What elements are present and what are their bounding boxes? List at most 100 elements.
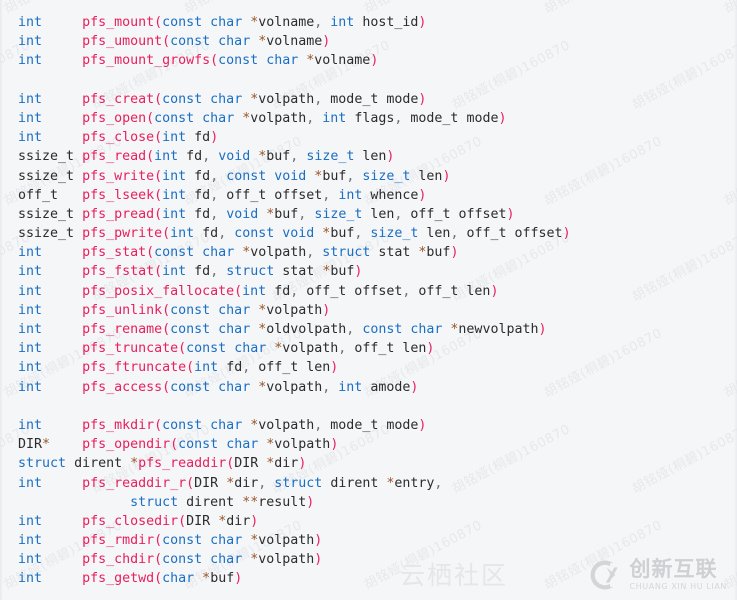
code-token-kw: int [18,302,43,318]
code-token-id: volpath [282,341,339,357]
code-token-id: dir [274,456,299,472]
code-token-kw: int [18,34,43,50]
code-token-id: volpath [274,437,331,453]
code-token-kw: void [226,206,259,222]
code-token-fn: ) [370,53,379,69]
code-token-id: mode_t [330,91,379,107]
code-token-fn: ) [322,34,331,50]
code-token-kw: const [170,379,211,395]
code-token-kw: int [18,475,43,491]
code-token-id: dir [234,475,259,491]
code-token-id: ssize_t [18,206,75,222]
code-token-punc: , [242,360,259,376]
code-token-fn: pfs_posix_fallocate( [82,283,243,299]
code-token-kw: int [162,168,187,184]
code-token-kw: int [338,379,363,395]
code-token-kw: char [210,91,243,107]
code-token-kw: int [18,571,43,587]
code-line: int pfs_creat(const char *volpath, mode_… [0,90,737,109]
code-token-id: volname [266,34,323,50]
code-token-id: len [362,149,387,165]
code-token-fn: ) [410,379,419,395]
code-token-fn: ) [322,302,331,318]
code-line: int pfs_access(const char *volpath, int … [0,378,737,397]
code-token-id: dirent [74,456,123,472]
code-token-id: off_t [258,360,299,376]
code-token-kw: int [18,91,43,107]
code-token-punc: , [322,379,339,395]
code-token-fn: pfs_creat( [82,91,163,107]
code-token-fn: ) [538,322,547,337]
code-token-fn: ) [330,360,339,376]
code-token-id: volpath [250,245,307,261]
code-token-punc: , [402,283,419,299]
code-token-id: buf [330,226,355,242]
code-token-fn: pfs_access( [82,379,171,395]
code-token-fn: ) [506,206,515,222]
code-token-fn: pfs_lseek( [82,187,163,203]
code-token-kw: const [162,15,203,30]
code-token-kw: size_t [306,149,355,165]
code-token-punc: , [450,226,467,242]
code-token-kw: void [218,149,251,165]
code-token-fn: ) [210,130,219,146]
code-token-kw: int [170,226,195,242]
code-line: int pfs_rmdir(const char *volpath) [0,531,737,550]
code-token-id: whence [370,187,419,203]
code-token-id: mode [386,417,419,433]
code-token-id: fd [226,360,243,376]
code-token-kw: char [410,322,443,337]
code-token-fn: ) [418,417,427,433]
code-line: struct dirent *pfs_readdir(DIR *dir) [0,454,737,473]
code-token-kw: char [266,53,299,69]
code-line: int pfs_mount(const char *volname, int h… [0,13,737,32]
code-token-kw: const [186,341,227,357]
code-token-fn: pfs_rmdir( [82,533,163,549]
code-token-punc: , [434,475,443,491]
code-token-kw: int [162,206,187,222]
code-token-punc: , [210,264,227,280]
code-token-fn: pfs_ftruncate( [82,360,195,376]
code-token-kw: struct [18,456,67,472]
code-token-id: fd [194,264,211,280]
code-line: off_t pfs_lseek(int fd, off_t offset, in… [0,186,737,205]
code-token-kw: const [162,533,203,549]
code-token-id: buf [426,245,451,261]
code-token-fn: ) [490,283,499,299]
code-token-id: off_t [410,206,451,222]
code-token-kw: char [202,245,235,261]
code-token-kw: int [18,110,43,126]
code-token-kw: int [162,130,187,146]
code-token-kw: size_t [370,226,419,242]
code-token-fn: ) [418,187,427,203]
code-token-fn: ) [250,513,259,529]
code-line: int pfs_umount(const char *volname) [0,32,737,51]
code-token-id: fd [186,149,203,165]
code-token-id: stat [282,264,315,280]
code-token-id: DIR [186,513,211,529]
code-token-id: offset [514,226,563,242]
code-token-punc: , [394,110,411,126]
code-token-punc: , [290,149,307,165]
code-token-fn: ) [314,533,323,549]
code-token-kw: int [322,110,347,126]
code-token-punc: , [306,245,323,261]
code-token-kw: char [226,437,259,453]
code-token-punc: , [314,417,331,433]
code-token-kw: size_t [314,206,363,222]
code-token-id: off_t [354,341,395,357]
code-token-kw: const [170,34,211,50]
code-token-id: off_t [18,187,59,203]
